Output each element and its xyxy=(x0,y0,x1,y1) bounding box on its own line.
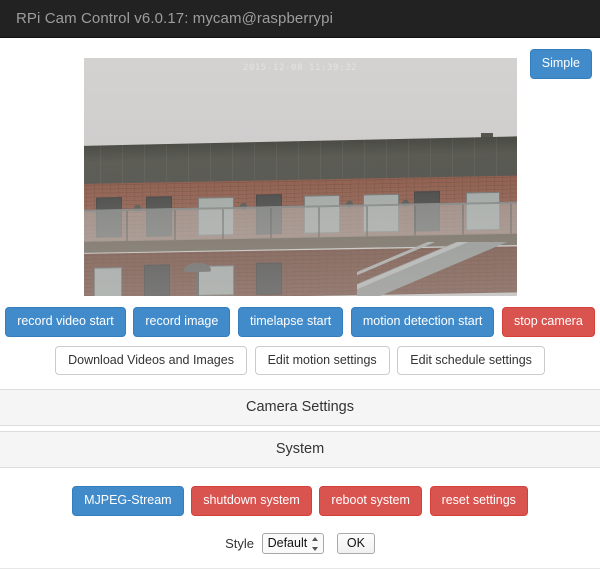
system-action-buttons: MJPEG-Stream shutdown system reboot syst… xyxy=(0,468,600,516)
style-form: Style Default OK xyxy=(0,516,600,554)
preview-window xyxy=(255,262,282,295)
preview-timestamp: 2015-12-08 11:39:32 xyxy=(242,63,358,73)
panel-header-system[interactable]: System xyxy=(0,431,600,468)
secondary-action-buttons: Download Videos and Images Edit motion s… xyxy=(0,337,600,375)
motion-detection-start-button[interactable]: motion detection start xyxy=(350,307,495,337)
app-title: RPi Cam Control v6.0.17: mycam@raspberry… xyxy=(16,10,334,27)
record-video-start-button[interactable]: record video start xyxy=(5,307,126,337)
camera-action-buttons: record video start record image timelaps… xyxy=(0,296,600,337)
style-select-value: Default xyxy=(267,535,308,550)
reboot-system-button[interactable]: reboot system xyxy=(319,486,422,516)
timelapse-start-button[interactable]: timelapse start xyxy=(237,307,344,337)
edit-motion-settings-button[interactable]: Edit motion settings xyxy=(254,345,390,375)
camera-preview-container: 2015-12-08 11:39:32 xyxy=(0,38,600,296)
preview-window xyxy=(93,267,122,296)
panel-header-camera-settings[interactable]: Camera Settings xyxy=(0,389,600,426)
footer-divider xyxy=(0,567,600,569)
preview-staircase xyxy=(356,242,507,296)
preview-lamp-head xyxy=(183,262,211,273)
edit-schedule-settings-button[interactable]: Edit schedule settings xyxy=(397,345,545,375)
preview-stair-body xyxy=(356,242,507,296)
reset-settings-button[interactable]: reset settings xyxy=(429,486,528,516)
stop-camera-button[interactable]: stop camera xyxy=(502,307,595,337)
camera-preview-image[interactable]: 2015-12-08 11:39:32 xyxy=(83,58,517,296)
record-image-button[interactable]: record image xyxy=(133,307,231,337)
style-ok-button[interactable]: OK xyxy=(336,532,375,554)
simple-view-button[interactable]: Simple xyxy=(529,49,592,79)
preview-window xyxy=(143,264,170,296)
preview-lamp-post xyxy=(195,269,199,296)
mjpeg-stream-button[interactable]: MJPEG-Stream xyxy=(72,486,184,516)
style-select[interactable]: Default xyxy=(261,532,325,554)
page-body: Simple 2015-12-08 11:39:32 record video … xyxy=(0,38,600,569)
download-videos-and-images-button[interactable]: Download Videos and Images xyxy=(55,345,247,375)
shutdown-system-button[interactable]: shutdown system xyxy=(191,486,312,516)
style-label: Style xyxy=(225,535,254,551)
app-header: RPi Cam Control v6.0.17: mycam@raspberry… xyxy=(0,0,600,38)
simple-toggle-container: Simple xyxy=(529,49,592,79)
